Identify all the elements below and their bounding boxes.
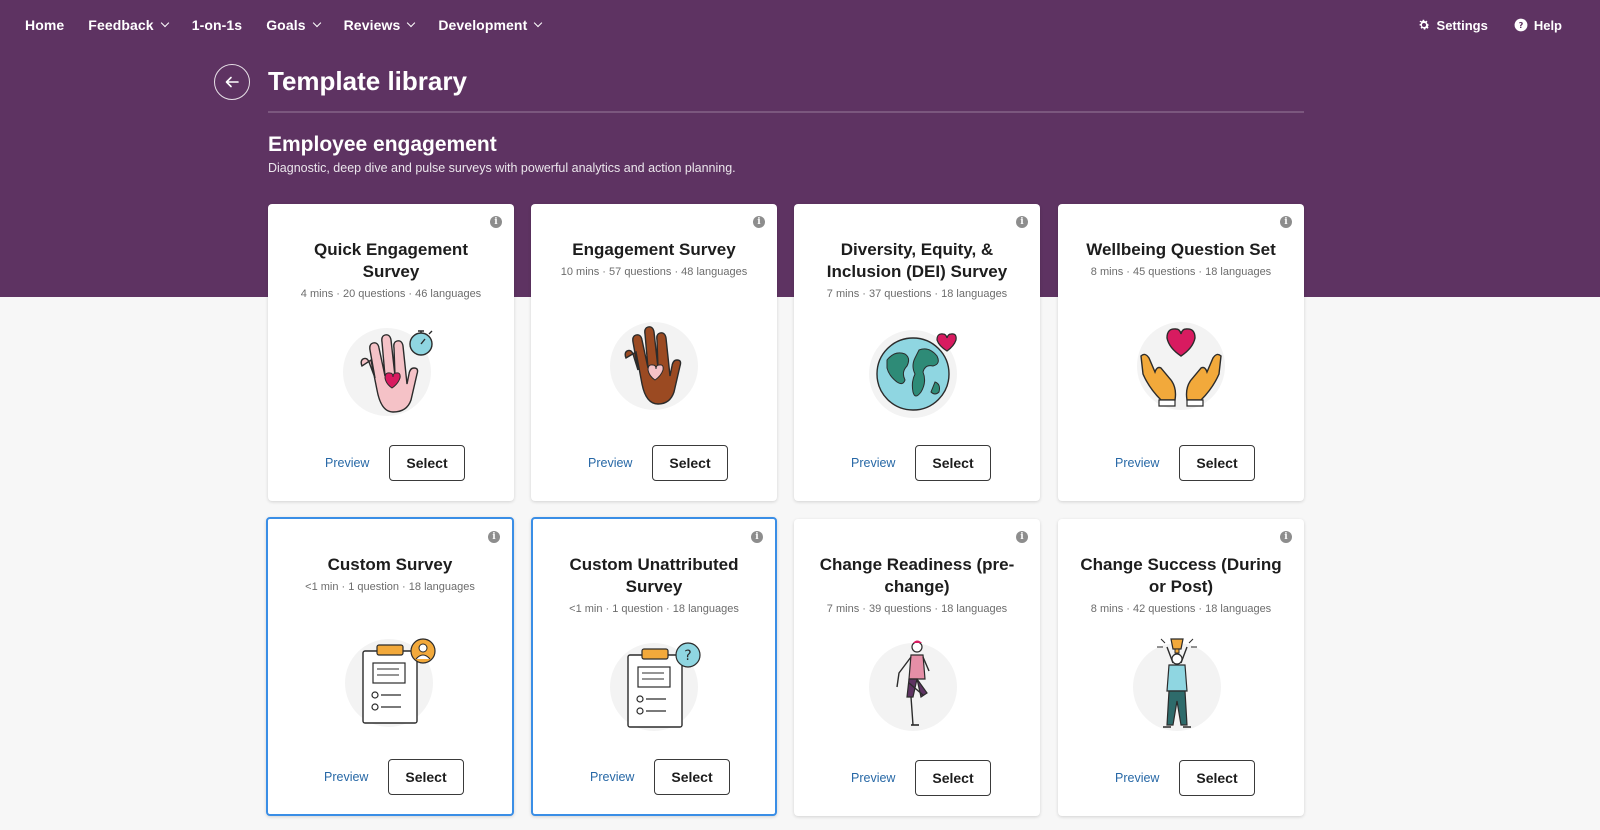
card-title: Custom Unattributed Survey bbox=[569, 555, 739, 596]
title-divider bbox=[268, 111, 1304, 113]
card-meta: <1 min · 1 question · 18 languages bbox=[305, 581, 475, 593]
template-card[interactable]: i Diversity, Equity, & Inclusion (DEI) S… bbox=[794, 204, 1040, 501]
chevron-down-icon bbox=[534, 18, 543, 28]
card-meta: 4 mins · 20 questions · 46 languages bbox=[300, 288, 482, 300]
card-meta: 7 mins · 37 questions · 18 languages bbox=[826, 288, 1008, 300]
hand-heart-stopwatch-icon bbox=[341, 320, 441, 420]
info-icon[interactable]: i bbox=[1016, 531, 1028, 543]
preview-link[interactable]: Preview bbox=[851, 771, 895, 785]
info-icon[interactable]: i bbox=[751, 531, 763, 543]
settings-label: Settings bbox=[1436, 17, 1488, 33]
nav-feedback-label: Feedback bbox=[88, 17, 154, 33]
card-title: Engagement Survey bbox=[572, 240, 736, 259]
settings-link[interactable]: Settings bbox=[1417, 18, 1488, 33]
preview-link[interactable]: Preview bbox=[325, 456, 369, 470]
card-meta: 10 mins · 57 questions · 48 languages bbox=[560, 266, 748, 278]
info-icon[interactable]: i bbox=[488, 531, 500, 543]
preview-link[interactable]: Preview bbox=[590, 770, 634, 784]
card-title: Diversity, Equity, & Inclusion (DEI) Sur… bbox=[826, 240, 1008, 281]
stretching-person-icon bbox=[867, 635, 967, 735]
template-card-selected[interactable]: i Custom Unattributed Survey <1 min · 1 … bbox=[531, 517, 777, 816]
gear-icon bbox=[1418, 19, 1430, 30]
select-button[interactable]: Select bbox=[652, 445, 728, 481]
info-icon[interactable]: i bbox=[1280, 216, 1292, 228]
card-meta: 8 mins · 42 questions · 18 languages bbox=[1090, 603, 1272, 615]
globe-heart-icon bbox=[867, 320, 967, 420]
page-title: Template library bbox=[268, 66, 467, 96]
select-button[interactable]: Select bbox=[915, 760, 991, 796]
nav-home[interactable]: Home bbox=[25, 17, 64, 33]
card-title: Change Success (During or Post) bbox=[1080, 555, 1282, 596]
chevron-down-icon bbox=[407, 18, 416, 28]
svg-text:?: ? bbox=[1518, 20, 1523, 30]
svg-text:?: ? bbox=[684, 648, 691, 664]
select-button[interactable]: Select bbox=[389, 445, 465, 481]
template-card[interactable]: i Engagement Survey 10 mins · 57 questio… bbox=[531, 204, 777, 501]
info-icon[interactable]: i bbox=[1280, 531, 1292, 543]
card-title: Change Readiness (pre-change) bbox=[819, 555, 1015, 596]
card-meta: <1 min · 1 question · 18 languages bbox=[569, 603, 739, 615]
hands-holding-heart-icon bbox=[1131, 316, 1231, 416]
template-card[interactable]: i Wellbeing Question Set 8 mins · 45 que… bbox=[1058, 204, 1304, 501]
help-label: Help bbox=[1533, 17, 1562, 33]
select-button[interactable]: Select bbox=[1179, 760, 1255, 796]
card-title: Custom Survey bbox=[327, 555, 453, 574]
preview-link[interactable]: Preview bbox=[1115, 771, 1159, 785]
nav-one-on-ones-label: 1-on-1s bbox=[191, 17, 243, 33]
back-button[interactable] bbox=[214, 64, 250, 100]
select-button[interactable]: Select bbox=[388, 759, 464, 795]
trophy-person-icon bbox=[1131, 635, 1231, 735]
nav-development-label: Development bbox=[438, 17, 528, 33]
card-meta: 8 mins · 45 questions · 18 languages bbox=[1090, 266, 1272, 278]
raised-hand-heart-icon bbox=[604, 316, 704, 416]
nav-feedback[interactable]: Feedback bbox=[88, 17, 169, 33]
select-button[interactable]: Select bbox=[1179, 445, 1255, 481]
select-button[interactable]: Select bbox=[654, 759, 730, 795]
nav-one-on-ones[interactable]: 1-on-1s bbox=[192, 17, 243, 33]
card-title: Wellbeing Question Set bbox=[1086, 240, 1276, 259]
chevron-down-icon bbox=[160, 18, 169, 28]
preview-link[interactable]: Preview bbox=[851, 456, 895, 470]
preview-link[interactable]: Preview bbox=[588, 456, 632, 470]
template-card-selected[interactable]: i Custom Survey <1 min · 1 question · 18… bbox=[266, 517, 514, 816]
template-card[interactable]: i Quick Engagement Survey 4 mins · 20 qu… bbox=[268, 204, 514, 501]
info-icon[interactable]: i bbox=[490, 216, 502, 228]
section-title: Employee engagement bbox=[268, 133, 497, 156]
card-meta: 7 mins · 39 questions · 18 languages bbox=[826, 603, 1008, 615]
info-icon[interactable]: i bbox=[1016, 216, 1028, 228]
nav-goals[interactable]: Goals bbox=[266, 17, 321, 33]
card-title: Quick Engagement Survey bbox=[314, 240, 468, 281]
section-description: Diagnostic, deep dive and pulse surveys … bbox=[268, 161, 736, 175]
preview-link[interactable]: Preview bbox=[324, 770, 368, 784]
clipboard-person-icon bbox=[341, 631, 441, 731]
preview-link[interactable]: Preview bbox=[1115, 456, 1159, 470]
help-icon: ? bbox=[1514, 18, 1528, 32]
clipboard-question-icon: ? bbox=[606, 635, 706, 735]
select-button[interactable]: Select bbox=[915, 445, 991, 481]
help-link[interactable]: ? Help bbox=[1514, 18, 1562, 33]
nav-reviews-label: Reviews bbox=[343, 17, 401, 33]
top-navigation: Home Feedback 1-on-1s Goals Reviews Deve… bbox=[0, 0, 1600, 50]
primary-nav: Home Feedback 1-on-1s Goals Reviews Deve… bbox=[25, 17, 565, 33]
nav-reviews[interactable]: Reviews bbox=[343, 17, 416, 33]
secondary-nav: Settings ? Help bbox=[1391, 18, 1562, 33]
nav-goals-label: Goals bbox=[266, 17, 306, 33]
template-card[interactable]: i Change Success (During or Post) 8 mins… bbox=[1058, 519, 1304, 816]
nav-home-label: Home bbox=[25, 17, 65, 33]
info-icon[interactable]: i bbox=[753, 216, 765, 228]
arrow-left-icon bbox=[225, 76, 239, 88]
chevron-down-icon bbox=[312, 18, 321, 28]
nav-development[interactable]: Development bbox=[438, 17, 543, 33]
template-card[interactable]: i Change Readiness (pre-change) 7 mins ·… bbox=[794, 519, 1040, 816]
